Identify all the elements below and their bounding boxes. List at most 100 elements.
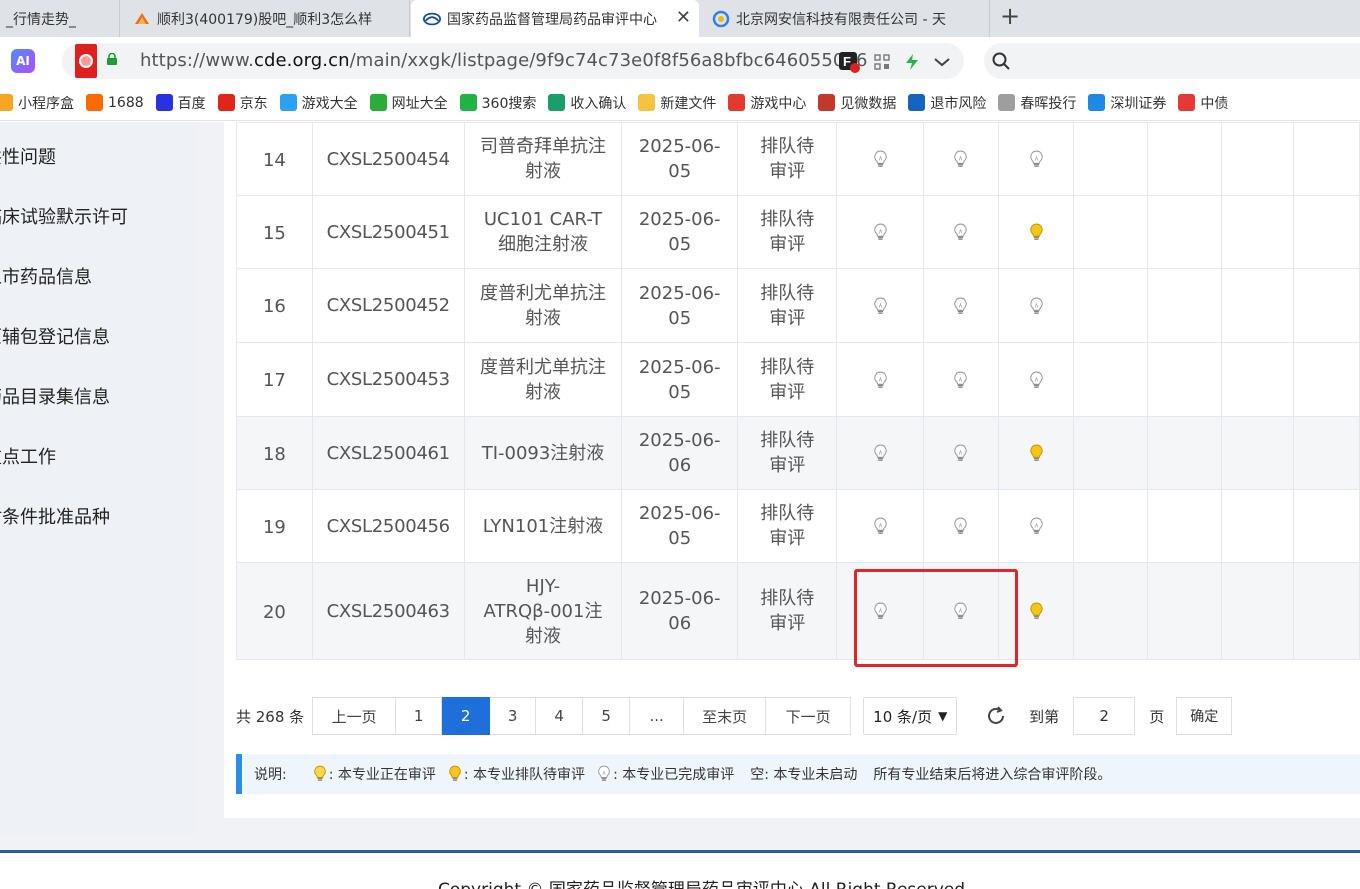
extension-f-icon[interactable]: F — [838, 51, 860, 73]
browser-tab[interactable]: 顺利3(400179)股吧_顺利3怎么样 — [121, 0, 410, 37]
specialty-status-cell — [998, 342, 1075, 417]
lightning-icon[interactable] — [904, 53, 920, 71]
browser-tab-active[interactable]: 国家药品监督管理局药品审评中心 ✕ — [411, 0, 699, 37]
url-field[interactable]: https://www.cde.org.cn/main/xxgk/listpag… — [62, 43, 964, 79]
empty-status-cell — [1220, 489, 1295, 563]
review-status-cell: 排队待审评 — [736, 562, 838, 660]
address-bar-row: AI https://www.cde.org.cn/main/xxgk/list… — [0, 37, 1360, 85]
page-button-1[interactable]: 1 — [396, 697, 443, 735]
last-page-button[interactable]: 至末页 — [684, 697, 767, 735]
bookmark-item[interactable]: 360搜索 — [459, 93, 536, 113]
bookmark-item[interactable]: 中债 — [1178, 93, 1228, 113]
bookmark-item[interactable]: 深圳证券 — [1088, 93, 1166, 113]
page-size-select[interactable]: 10 条/页 ▼ — [863, 697, 958, 735]
bookmark-item[interactable]: 退市风险 — [908, 93, 986, 113]
specialty-status-cell — [998, 268, 1075, 343]
empty-status-cell — [1293, 562, 1360, 660]
drug-name-cell: UC101 CAR-T细胞注射液 — [463, 195, 623, 269]
sidebar: 共性问题 临床试验默示许可 上市药品信息 原辅包登记信息 药品目录集信息 重点工… — [0, 122, 198, 836]
bookmark-item[interactable]: 见微数据 — [818, 93, 896, 113]
row-number-cell: 18 — [236, 416, 313, 490]
acceptance-number-cell: CXSL2500461 — [311, 416, 465, 490]
globe-icon — [998, 94, 1016, 111]
empty-status-cell — [1073, 268, 1148, 343]
browser-tab[interactable]: _行情走势_ — [0, 0, 120, 37]
page-button-2[interactable]: 2 — [442, 697, 491, 735]
chevron-down-icon[interactable] — [934, 57, 950, 67]
page-button-4[interactable]: 4 — [536, 697, 584, 735]
page-button-5[interactable]: 5 — [583, 697, 631, 735]
record-icon[interactable] — [75, 44, 97, 78]
lightbulb-done-icon — [874, 297, 887, 314]
sidebar-item-excipient-registration[interactable]: 原辅包登记信息 — [0, 323, 110, 349]
goto-page-input[interactable]: 2 — [1073, 697, 1136, 735]
web-nav-icon — [369, 94, 387, 111]
goto-label: 到第 — [1029, 707, 1060, 726]
bookmark-item[interactable]: 1688 — [86, 94, 144, 111]
sidebar-item-common-issues[interactable]: 共性问题 — [0, 143, 56, 169]
lightbulb-done-icon — [1030, 371, 1043, 388]
empty-status-cell — [1146, 562, 1222, 660]
specialty-status-cell — [836, 489, 924, 563]
bookmark-item[interactable]: 新建文件 — [638, 93, 716, 113]
bookmark-item[interactable]: 收入确认 — [548, 93, 626, 113]
page-button-3[interactable]: 3 — [490, 697, 537, 735]
legend-note: 说明: : 本专业正在审评: 本专业排队待审评: 本专业已完成审评 空: 本专业未… — [236, 754, 1360, 794]
sidebar-item-marketed-drugs[interactable]: 上市药品信息 — [0, 263, 92, 289]
ai-assistant-button[interactable]: AI — [11, 49, 35, 73]
empty-status-cell — [1220, 416, 1295, 490]
bookmark-item[interactable]: 小程序盒 — [0, 93, 74, 113]
empty-status-cell — [1073, 416, 1148, 490]
review-status-cell: 排队待审评 — [736, 489, 838, 563]
sidebar-item-drug-catalog[interactable]: 药品目录集信息 — [0, 383, 110, 409]
bookmark-item[interactable]: 游戏大全 — [279, 93, 358, 113]
goto-confirm-button[interactable]: 确定 — [1176, 697, 1233, 735]
legend-item: : 本专业正在审评 — [313, 764, 436, 784]
bookmark-item[interactable]: 京东 — [217, 93, 268, 113]
chevron-down-icon: ▼ — [938, 709, 948, 723]
lightbulb-done-icon — [874, 371, 887, 388]
browser-tab-strip: _行情走势_ 顺利3(400179)股吧_顺利3怎么样 国家药品监督管理局药品审… — [0, 0, 1360, 37]
refresh-icon[interactable] — [985, 705, 1007, 727]
qr-code-icon[interactable] — [874, 54, 890, 70]
row-number-cell: 14 — [236, 122, 313, 196]
acceptance-number-cell: CXSL2500463 — [311, 562, 465, 660]
bookmark-item[interactable]: 网址大全 — [369, 93, 448, 113]
sidebar-item-conditional-approval[interactable]: 附条件批准品种 — [0, 503, 110, 529]
empty-status-cell — [1220, 562, 1295, 660]
weibo-icon — [1178, 94, 1196, 111]
search-input[interactable] — [984, 43, 1360, 79]
lightbulb-queue-icon — [1030, 444, 1043, 461]
browser-tab[interactable]: 北京网安信科技有限责任公司 - 天 — [700, 0, 990, 37]
main-content: 14 CXSL2500454 司普奇拜单抗注射液 2025-06-05 排队待审评 15 C… — [224, 122, 1360, 818]
bookmark-item[interactable]: 春晖投行 — [998, 93, 1076, 113]
lightbulb-done-icon — [954, 371, 968, 388]
folder-icon — [638, 94, 656, 111]
date-cell: 2025-06-06 — [621, 416, 738, 490]
empty-status-cell — [1146, 268, 1222, 343]
close-tab-icon[interactable]: ✕ — [676, 8, 691, 28]
specialty-status-cell — [998, 489, 1075, 563]
row-number-cell: 16 — [236, 268, 313, 343]
guba-icon — [133, 10, 151, 28]
date-cell: 2025-06-06 — [621, 562, 738, 660]
cde-logo-icon — [423, 10, 441, 28]
lightbulb-done-icon — [954, 517, 968, 534]
1688-icon — [86, 94, 103, 111]
specialty-status-cell — [836, 342, 924, 417]
specialty-status-cell — [836, 122, 924, 196]
empty-status-cell — [1293, 489, 1360, 563]
bookmark-item[interactable]: 百度 — [155, 93, 206, 113]
new-tab-button[interactable]: + — [1000, 2, 1020, 30]
sidebar-item-key-work[interactable]: 重点工作 — [0, 443, 56, 469]
total-count: 共 268 条 — [236, 707, 305, 726]
sidebar-item-implied-clinical-permit[interactable]: 临床试验默示许可 — [0, 203, 128, 229]
lightbulb-done-icon — [874, 444, 887, 461]
table-row: 18 CXSL2500461 TI-0093注射液 2025-06-06 排队待审评 — [236, 416, 1360, 490]
baidu-icon — [155, 94, 173, 111]
bookmark-item[interactable]: 游戏中心 — [728, 93, 806, 113]
empty-status-cell — [1146, 195, 1222, 269]
search-icon — [992, 52, 1010, 70]
prev-page-button[interactable]: 上一页 — [312, 697, 397, 735]
next-page-button[interactable]: 下一页 — [766, 697, 852, 735]
